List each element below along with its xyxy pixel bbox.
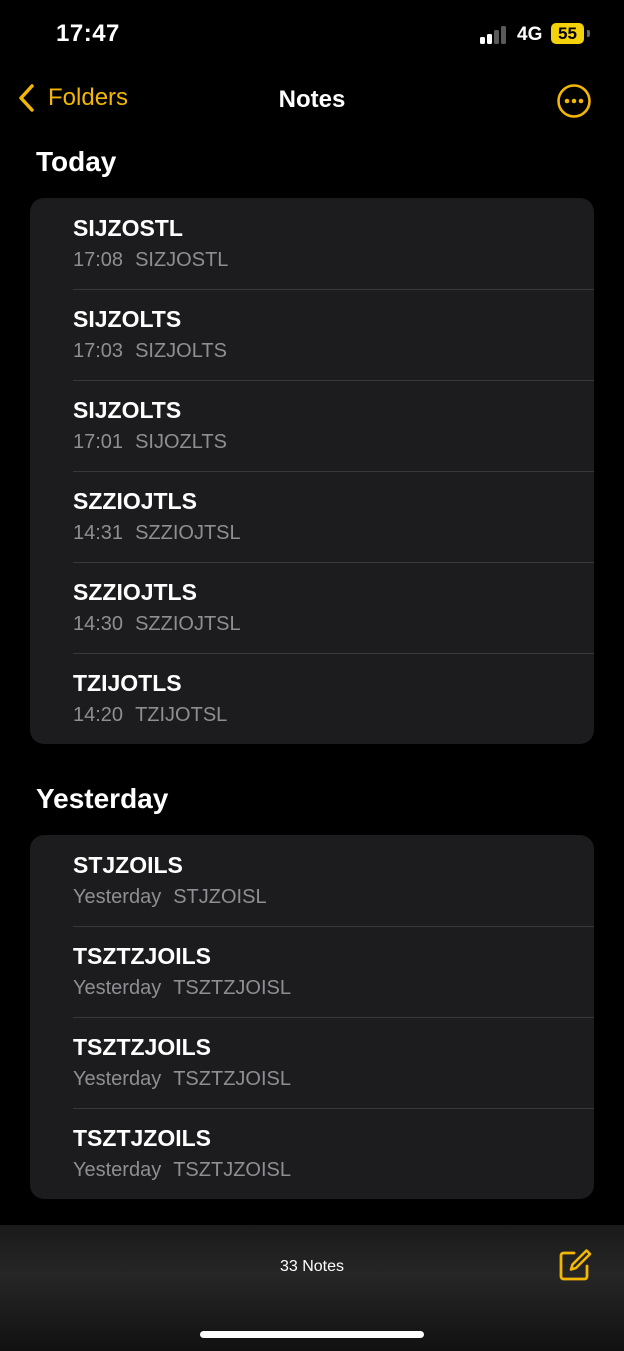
note-preview: STJZOISL [173, 886, 267, 908]
notes-list-yesterday: STJZOILS Yesterday STJZOISL TSZTZJOILS Ye… [30, 835, 594, 1199]
note-date: Yesterday [73, 1068, 162, 1090]
note-subtitle: 14:20 TZIJOTSL [73, 704, 227, 727]
note-preview: TSZTJZOISL [173, 1159, 292, 1181]
battery-icon: 55 [551, 23, 584, 44]
note-date: Yesterday [73, 1159, 162, 1181]
note-item[interactable]: SIJZOLTS 17:03 SIZJOLTS [30, 289, 594, 380]
note-item[interactable]: TSZTJZOILS Yesterday TSZTJZOISL [30, 1108, 594, 1199]
more-options-icon[interactable] [556, 83, 592, 119]
signal-strength-icon [480, 24, 510, 44]
note-item[interactable]: SIJZOSTL 17:08 SIZJOSTL [30, 198, 594, 289]
note-title: TSZTZJOILS [73, 943, 211, 969]
navigation-bar: Folders Notes [0, 70, 624, 130]
note-preview: SZZIOJTSL [135, 613, 241, 635]
note-preview: SIZJOLTS [135, 340, 227, 362]
note-subtitle: 14:30 SZZIOJTSL [73, 613, 241, 636]
note-title: SIJZOLTS [73, 397, 182, 423]
section-header-yesterday: Yesterday [36, 783, 169, 814]
bottom-toolbar: 33 Notes [0, 1225, 624, 1351]
note-item[interactable]: SZZIOJTLS 14:30 SZZIOJTSL [30, 562, 594, 653]
note-item[interactable]: TZIJOTLS 14:20 TZIJOTSL [30, 653, 594, 744]
page-title: Notes [278, 86, 346, 113]
status-bar: 17:47 4G 55 [0, 0, 624, 70]
note-date: Yesterday [73, 977, 162, 999]
note-title: TSZTZJOILS [73, 1034, 211, 1060]
note-title: TSZTJZOILS [73, 1125, 211, 1151]
note-item[interactable]: SZZIOJTLS 14:31 SZZIOJTSL [30, 471, 594, 562]
note-date: 17:08 [73, 249, 124, 271]
note-title: SZZIOJTLS [73, 579, 197, 605]
note-preview: SZZIOJTSL [135, 522, 241, 544]
note-subtitle: 17:08 SIZJOSTL [73, 249, 228, 272]
section-header-today: Today [36, 146, 117, 177]
home-indicator[interactable] [200, 1331, 424, 1338]
notes-count: 33 Notes [279, 1258, 345, 1275]
note-subtitle: Yesterday TSZTZJOISL [73, 977, 291, 1000]
note-preview: TSZTZJOISL [173, 1068, 292, 1090]
note-date: 14:30 [73, 613, 124, 635]
note-preview: TSZTZJOISL [173, 977, 292, 999]
network-type: 4G [517, 24, 543, 45]
note-item[interactable]: TSZTZJOILS Yesterday TSZTZJOISL [30, 926, 594, 1017]
note-date: 17:03 [73, 340, 124, 362]
note-item[interactable]: TSZTZJOILS Yesterday TSZTZJOISL [30, 1017, 594, 1108]
compose-note-icon[interactable] [557, 1247, 593, 1283]
note-subtitle: 14:31 SZZIOJTSL [73, 522, 241, 545]
note-item[interactable]: STJZOILS Yesterday STJZOISL [30, 835, 594, 926]
note-title: TZIJOTLS [73, 670, 182, 696]
battery-level: 55 [558, 24, 577, 43]
note-subtitle: Yesterday TSZTJZOISL [73, 1159, 291, 1182]
note-preview: SIJOZLTS [135, 431, 227, 453]
note-date: 14:31 [73, 522, 124, 544]
notes-list-today: SIJZOSTL 17:08 SIZJOSTL SIJZOLTS 17:03 SIZ… [30, 198, 594, 744]
note-date: 14:20 [73, 704, 124, 726]
note-date: 17:01 [73, 431, 124, 453]
note-title: SIJZOSTL [73, 215, 183, 241]
note-subtitle: 17:03 SIZJOLTS [73, 340, 227, 363]
note-preview: TZIJOTSL [135, 704, 228, 726]
note-date: Yesterday [73, 886, 162, 908]
note-title: SIJZOLTS [73, 306, 182, 332]
note-item[interactable]: SIJZOLTS 17:01 SIJOZLTS [30, 380, 594, 471]
battery-tip [587, 30, 590, 37]
note-title: SZZIOJTLS [73, 488, 197, 514]
status-time: 17:47 [56, 20, 120, 47]
note-subtitle: Yesterday STJZOISL [73, 886, 267, 909]
note-subtitle: 17:01 SIJOZLTS [73, 431, 227, 454]
note-subtitle: Yesterday TSZTZJOISL [73, 1068, 291, 1091]
note-title: STJZOILS [73, 852, 183, 878]
note-preview: SIZJOSTL [135, 249, 229, 271]
